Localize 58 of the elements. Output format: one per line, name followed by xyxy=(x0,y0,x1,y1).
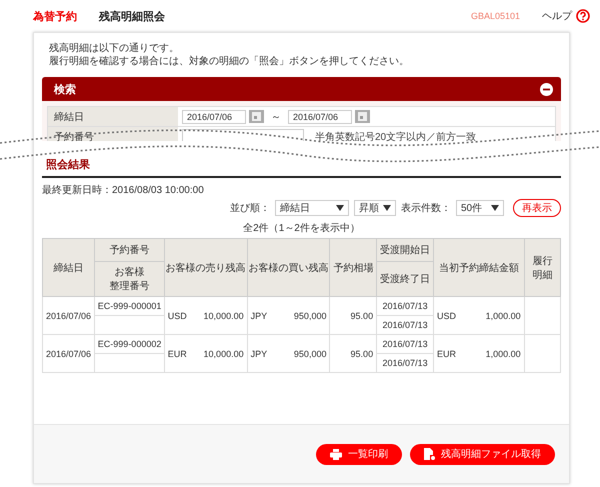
table-cell: JPY 950,000 xyxy=(247,296,330,334)
caret-icon xyxy=(336,205,344,211)
intro-text: 残高明細は以下の通りです。 xyxy=(49,42,180,55)
date-field[interactable]: 2016/07/06 xyxy=(182,110,246,124)
caret-icon xyxy=(383,205,391,211)
table-cell: 2016/07/06 xyxy=(42,296,94,334)
column-header: お客様の売り残高 xyxy=(164,238,248,296)
search-header[interactable]: 検索 xyxy=(42,77,561,101)
column-header: 締結日 xyxy=(42,238,94,296)
help-link[interactable]: ヘルプ xyxy=(542,9,572,23)
page-title: 残高明細照会 xyxy=(99,10,165,24)
print-button[interactable]: 一覧印刷 xyxy=(316,444,402,464)
table-cell: EC-999-000001 xyxy=(94,296,164,316)
table-cell: EUR 10,000.00 xyxy=(164,334,248,372)
printer-icon xyxy=(330,448,342,460)
table-cell: USD 10,000.00 xyxy=(164,296,248,334)
results-title: 照会結果 xyxy=(42,157,561,178)
result-count: 全2件（1～2件を表示中） xyxy=(243,223,360,234)
field-hint: 半角英数記号20文字以内／前方一致 xyxy=(315,130,476,141)
refresh-button[interactable]: 再表示 xyxy=(513,199,561,217)
caret-icon xyxy=(491,205,499,211)
column-header: 予約番号 xyxy=(94,238,164,262)
screen-id: GBAL05101 xyxy=(470,11,520,21)
search-title: 検索 xyxy=(54,82,76,96)
column-header: 当初予約締結金額 xyxy=(434,238,524,296)
intro-text: 履行明細を確認する場合には、対象の明細の「照会」ボタンを押してください。 xyxy=(49,55,410,68)
count-label: 表示件数： xyxy=(401,202,451,215)
collapse-icon[interactable] xyxy=(540,82,553,96)
table-cell: 2016/07/06 xyxy=(42,334,94,372)
table-cell: EC-999-000002 xyxy=(94,334,164,354)
calendar-icon[interactable] xyxy=(355,110,370,123)
help-icon[interactable] xyxy=(576,9,590,23)
document-icon xyxy=(424,448,435,460)
page-size-select[interactable]: 50件 xyxy=(456,200,504,216)
range-separator: ～ xyxy=(271,110,281,124)
table-cell: 95.00 xyxy=(330,296,377,334)
column-header: お客様 整理番号 xyxy=(94,262,164,296)
date-field[interactable]: 2016/07/06 xyxy=(288,110,352,124)
column-header: 受渡開始日 xyxy=(376,238,434,262)
calendar-icon[interactable] xyxy=(249,110,264,123)
table-cell: USD 1,000.00 xyxy=(434,296,524,334)
table-cell: EUR 1,000.00 xyxy=(434,334,524,372)
column-header: 受渡終了日 xyxy=(376,262,434,296)
column-header: 履行 明細 xyxy=(524,238,560,296)
table-cell: 95.00 xyxy=(330,334,377,372)
download-button[interactable]: 残高明細ファイル取得 xyxy=(410,444,555,464)
column-header: 予約相場 xyxy=(330,238,377,296)
sort-field-select[interactable]: 締結日 xyxy=(275,200,349,216)
field-label: 締結日 xyxy=(48,107,178,126)
table-cell: 2016/07/13 xyxy=(376,296,434,316)
order-number-field[interactable] xyxy=(182,129,304,141)
column-header: お客様の買い残高 xyxy=(247,238,330,296)
table-cell: 2016/07/13 xyxy=(376,334,434,354)
last-updated: 最終更新日時：2016/08/03 10:00:00 xyxy=(42,184,205,197)
sort-order-select[interactable]: 昇順 xyxy=(354,200,396,216)
sort-label: 並び順： xyxy=(230,202,270,215)
category-title: 為替予約 xyxy=(33,10,77,24)
table-cell: JPY 950,000 xyxy=(247,334,330,372)
